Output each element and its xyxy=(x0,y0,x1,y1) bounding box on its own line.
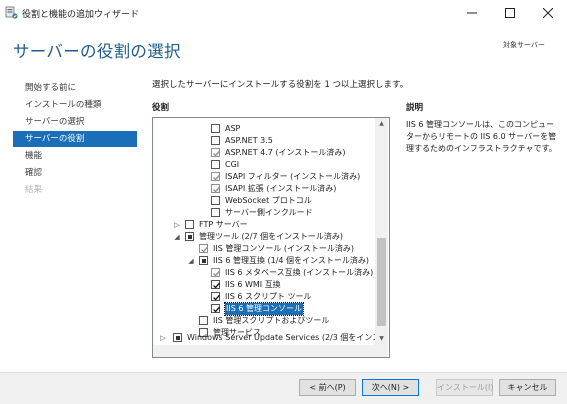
nav-item-label: インストールの種類 xyxy=(25,100,102,110)
role-label[interactable]: 管理ツール (2/7 個をインストール済み) xyxy=(199,231,343,243)
instruction-text: 選択したサーバーにインストールする役割を 1 つ以上選択します。 xyxy=(152,80,409,90)
maximize-icon xyxy=(505,8,515,18)
install-button: インストール(I) xyxy=(436,379,493,396)
nav-item-label: サーバーの選択 xyxy=(25,117,85,127)
role-label[interactable]: IIS 6 メタベース互換 (インストール済み) xyxy=(225,267,373,279)
description-text: IIS 6 管理コンソールは、このコンピューターからリモートの IIS 6.0 … xyxy=(406,120,557,153)
roles-heading: 役割 xyxy=(152,103,170,113)
role-label[interactable]: Windows Server Update Services (2/3 個をイン… xyxy=(187,332,388,344)
target-server-label: 対象サーバー xyxy=(503,41,545,49)
role-checkbox xyxy=(211,268,220,277)
window-title: 役割と機能の追加ウィザード xyxy=(22,10,140,20)
horizontal-scrollbar[interactable] xyxy=(153,345,375,357)
maximize-button[interactable] xyxy=(491,0,529,26)
server-manager-icon xyxy=(5,6,18,19)
role-label[interactable]: CGI xyxy=(225,159,239,171)
role-checkbox[interactable] xyxy=(211,292,220,301)
nav-item-installation-type[interactable]: インストールの種類 xyxy=(25,98,101,113)
role-checkbox[interactable] xyxy=(173,333,182,342)
role-checkbox[interactable] xyxy=(211,304,220,313)
nav-item-label: 機能 xyxy=(25,151,43,161)
role-label[interactable]: サーバー側インクルード xyxy=(225,207,313,219)
nav-item-label: 開始する前に xyxy=(25,83,77,93)
role-checkbox[interactable] xyxy=(211,208,220,217)
scroll-down-icon[interactable]: ▼ xyxy=(375,333,388,345)
role-label[interactable]: ISAPI フィルター (インストール済み) xyxy=(225,171,360,183)
role-label[interactable]: ASP.NET 3.5 xyxy=(225,135,273,147)
minimize-icon xyxy=(467,12,477,14)
role-label[interactable]: WebSocket プロトコル xyxy=(225,195,312,207)
nav-item-features[interactable]: 機能 xyxy=(25,149,42,164)
page-title: サーバーの役割の選択 xyxy=(13,42,181,61)
role-label[interactable]: IIS 6 管理互換 (1/4 個をインストール済み) xyxy=(213,255,369,267)
role-label[interactable]: ASP xyxy=(225,123,240,135)
role-label[interactable]: IIS 管理スクリプトおよびツール xyxy=(213,315,329,327)
expand-arrow-icon[interactable]: ▷ xyxy=(173,221,181,229)
role-label[interactable]: IIS 6 スクリプト ツール xyxy=(225,291,312,303)
title-bar: 役割と機能の追加ウィザード xyxy=(0,0,567,26)
roles-tree[interactable]: ASP ASP.NET 3.5 ASP.NET 4.7 (インストール済み) CGI I… xyxy=(152,117,390,358)
scroll-up-icon[interactable]: ▲ xyxy=(375,118,388,130)
role-checkbox xyxy=(199,244,208,253)
nav-item-server-selection[interactable]: サーバーの選択 xyxy=(25,115,84,130)
role-label[interactable]: FTP サーバー xyxy=(199,219,248,231)
nav-item-label: 確認 xyxy=(25,168,43,178)
next-button[interactable]: 次へ(N) > xyxy=(362,379,419,396)
description-heading: 説明 xyxy=(406,103,424,113)
cancel-button[interactable]: キャンセル xyxy=(499,379,556,396)
role-checkbox xyxy=(211,184,220,193)
nav-item-results: 結果 xyxy=(25,183,42,198)
nav-item-label: サーバーの役割 xyxy=(25,134,85,144)
role-checkbox[interactable] xyxy=(199,256,208,265)
role-checkbox[interactable] xyxy=(199,316,208,325)
role-checkbox[interactable] xyxy=(211,160,220,169)
expand-arrow-icon[interactable]: ▷ xyxy=(159,334,167,342)
role-label[interactable]: ASP.NET 4.7 (インストール済み) xyxy=(225,147,346,159)
role-checkbox[interactable] xyxy=(185,232,194,241)
role-checkbox[interactable] xyxy=(211,196,220,205)
previous-button[interactable]: < 前へ(P) xyxy=(299,379,356,396)
nav-item-label: 結果 xyxy=(25,185,43,195)
nav-item-server-roles[interactable]: サーバーの役割 xyxy=(13,131,137,147)
role-checkbox[interactable] xyxy=(211,136,220,145)
role-checkbox xyxy=(211,172,220,181)
nav-item-confirmation[interactable]: 確認 xyxy=(25,166,42,181)
collapse-arrow-icon[interactable]: ◢ xyxy=(173,233,181,241)
role-label[interactable]: IIS 管理コンソール (インストール済み) xyxy=(213,243,354,255)
role-checkbox xyxy=(211,148,220,157)
nav-item-before-you-begin[interactable]: 開始する前に xyxy=(25,81,76,96)
role-label[interactable]: IIS 6 管理コンソール xyxy=(224,302,304,316)
collapse-arrow-icon[interactable]: ◢ xyxy=(187,257,195,265)
minimize-button[interactable] xyxy=(453,0,491,26)
role-label[interactable]: IIS 6 WMI 互換 xyxy=(225,279,281,291)
role-checkbox[interactable] xyxy=(211,280,220,289)
vertical-scrollbar[interactable]: ▲ ▼ xyxy=(375,118,388,357)
close-icon xyxy=(543,8,553,18)
role-label[interactable]: ISAPI 拡張 (インストール済み) xyxy=(225,183,336,195)
close-button[interactable] xyxy=(529,0,567,26)
scrollbar-thumb[interactable] xyxy=(377,238,386,326)
role-checkbox[interactable] xyxy=(185,220,194,229)
role-checkbox[interactable] xyxy=(211,124,220,133)
